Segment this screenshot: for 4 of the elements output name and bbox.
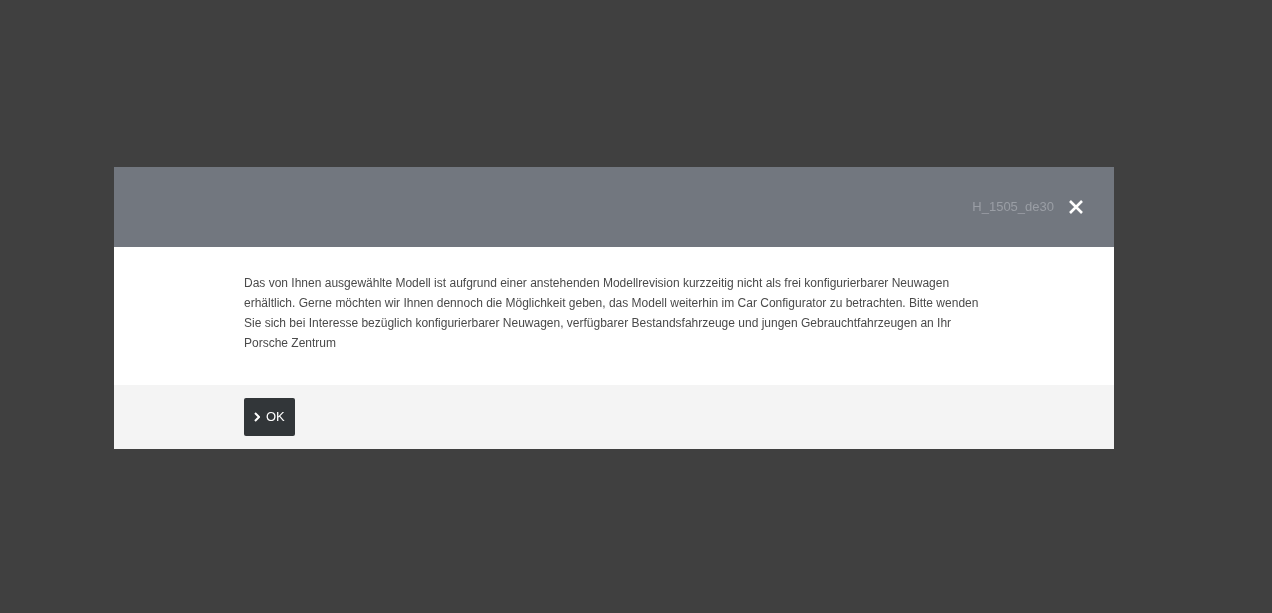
- chevron-right-icon: [254, 412, 260, 422]
- ok-button[interactable]: OK: [244, 398, 295, 436]
- dialog-message: Das von Ihnen ausgewählte Modell ist aufgrund einer anstehenden Modellrevision kurzzeitig nicht als frei konfigurierbarer Neuwagen erhältlich. Gerne möchten wir Ihnen dennoch die Möglichkeit geben, das Modell weiterhin im Car Configurator zu betrachten. Bitte wenden Sie sich bei Interesse bezüglich konfigurierbarer Neuwagen, verfügbarer Bestandsfahrzeuge und jungen Gebrauchtfahrzeugen an Ihr Porsche Zentrum: [244, 275, 980, 352]
- close-icon: [1069, 200, 1083, 214]
